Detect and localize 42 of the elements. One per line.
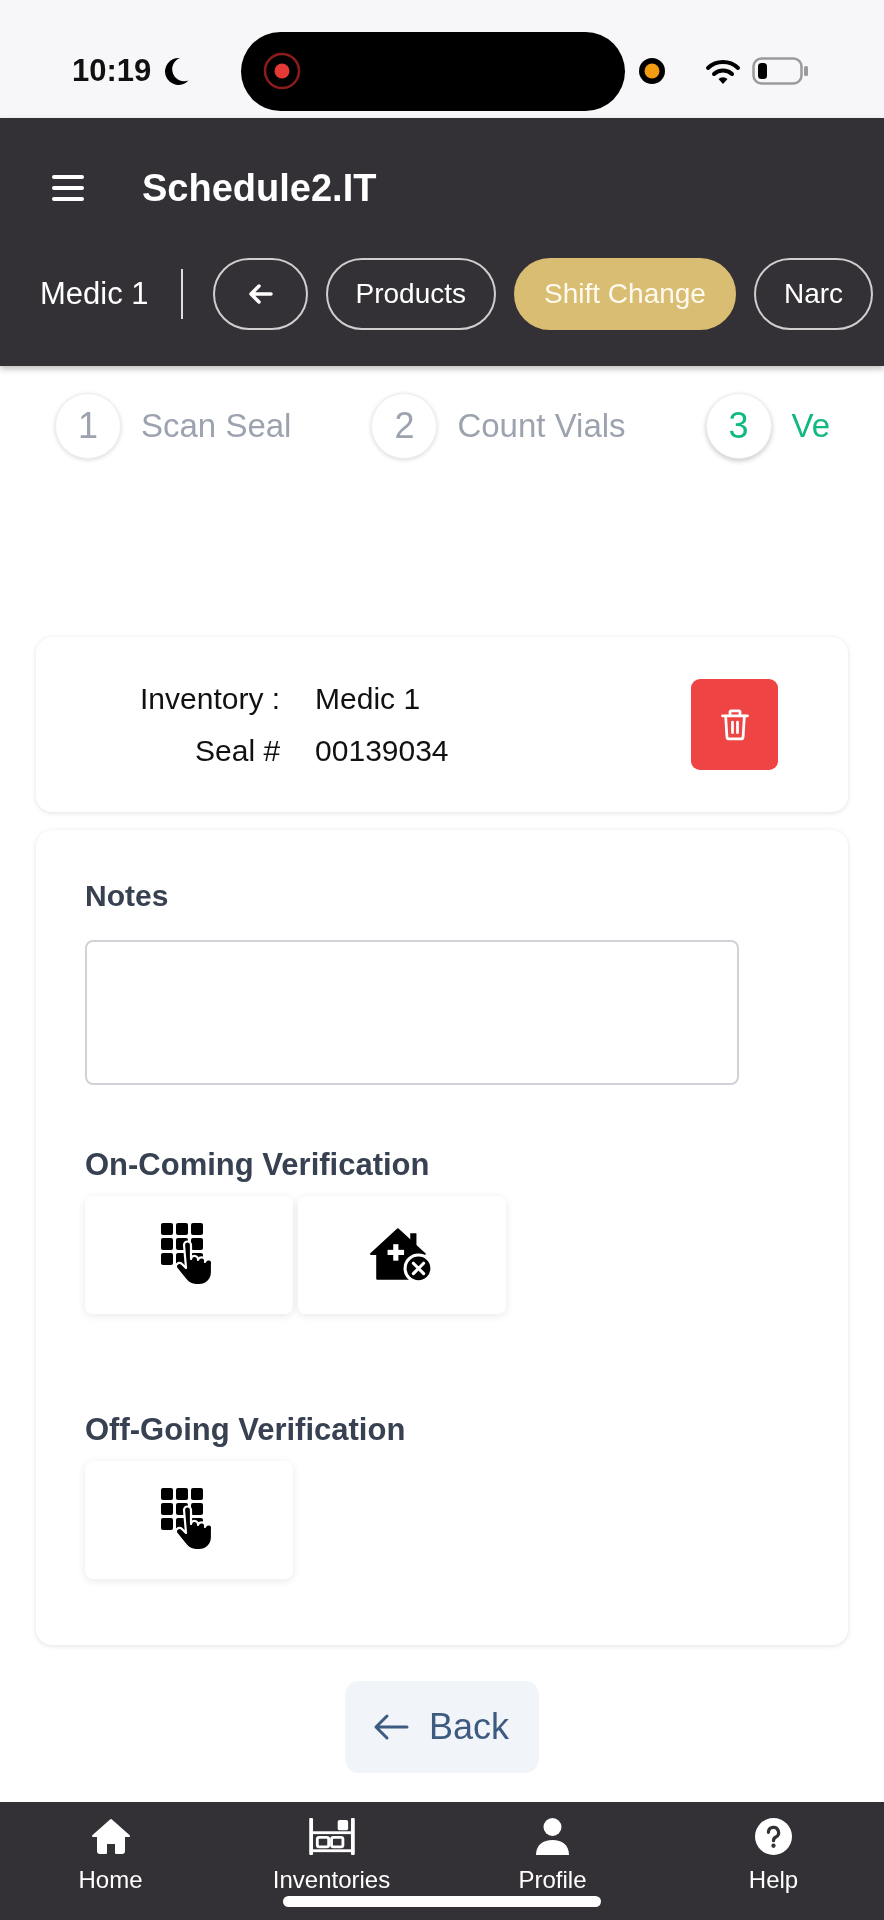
house-remove-button[interactable]: [298, 1196, 506, 1314]
menu-icon[interactable]: [52, 175, 84, 201]
wifi-icon: [705, 57, 742, 85]
back-button[interactable]: Back: [344, 1681, 539, 1773]
shelf-icon: [308, 1818, 355, 1855]
step-number: 2: [371, 393, 438, 459]
keypad-button[interactable]: [85, 1461, 293, 1579]
nav-item[interactable]: Home: [78, 1818, 143, 1893]
nav-chip[interactable]: Products: [325, 258, 497, 330]
moon-icon: [163, 57, 190, 85]
back-chip[interactable]: [212, 258, 308, 330]
nav-item[interactable]: Help: [748, 1818, 799, 1893]
step-number: 3: [705, 393, 772, 459]
trash-icon: [719, 708, 750, 741]
recording-icon: [263, 52, 302, 90]
field-value: 00139034: [315, 732, 449, 769]
notes-label: Notes: [85, 878, 169, 914]
home-icon: [90, 1818, 131, 1855]
section-title: On-Coming Verification: [85, 1147, 430, 1183]
arrow-left-icon: [247, 283, 274, 305]
status-time: 10:19: [72, 53, 152, 89]
nav-chip[interactable]: Narc: [753, 258, 874, 330]
step-label: Scan Seal: [141, 407, 292, 445]
step-label: Ve: [791, 407, 831, 445]
keypad-button[interactable]: [85, 1196, 293, 1314]
nav-item[interactable]: Inventories: [272, 1818, 391, 1893]
field-label: Inventory :: [140, 680, 281, 717]
battery-icon: [752, 57, 809, 85]
field-value: Medic 1: [315, 680, 422, 717]
step-number: 1: [55, 393, 121, 459]
delete-button[interactable]: [691, 679, 778, 770]
app-title: Schedule2.IT: [142, 166, 377, 210]
nav-item[interactable]: Profile: [518, 1818, 587, 1893]
indicator-dot-icon: [639, 58, 666, 84]
step-label: Count Vials: [457, 407, 626, 445]
arrow-left-icon: [372, 1713, 409, 1741]
person-icon: [536, 1818, 569, 1855]
field-label: Seal #: [194, 732, 281, 769]
section-title: Off-Going Verification: [85, 1412, 406, 1448]
inventory-name: Medic 1: [40, 276, 149, 312]
help-icon: [755, 1818, 792, 1855]
notes-field[interactable]: [85, 940, 739, 1085]
